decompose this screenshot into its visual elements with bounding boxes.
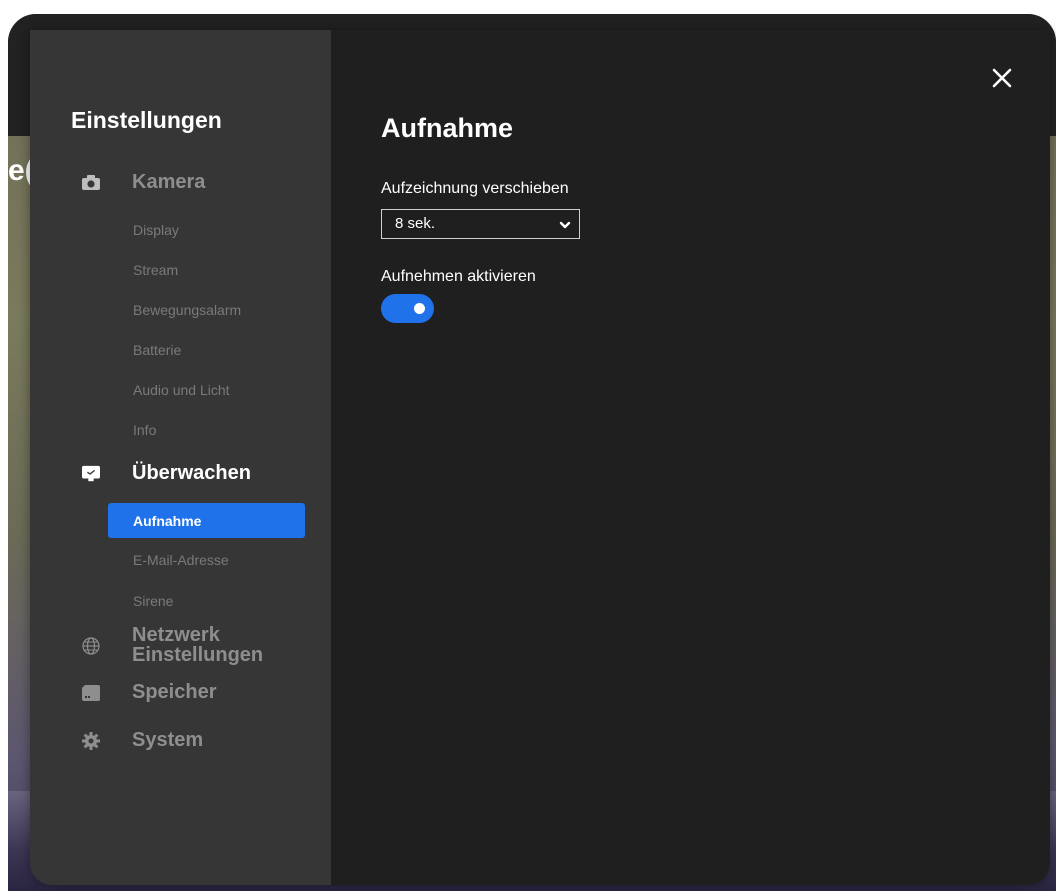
sidebar-group-label-line2: Einstellungen	[132, 644, 264, 666]
sidebar-group-speicher[interactable]: Speicher	[30, 681, 331, 703]
settings-title: Einstellungen	[71, 107, 222, 133]
sidebar-group-label-line1: Netzwerk	[132, 624, 220, 646]
sidebar-item-sirene[interactable]: Sirene	[133, 593, 173, 609]
sidebar-group-ueberwachen[interactable]: Überwachen	[30, 462, 331, 484]
sidebar-item-batterie[interactable]: Batterie	[133, 342, 181, 358]
sidebar-item-display[interactable]: Display	[133, 222, 179, 238]
camera-icon	[82, 174, 100, 192]
page-title: Aufnahme	[381, 113, 514, 143]
sidebar-item-info[interactable]: Info	[133, 422, 156, 438]
sidebar-group-label: Speicher	[132, 681, 217, 703]
monitor-icon	[82, 465, 100, 483]
record-toggle[interactable]	[381, 294, 434, 323]
gear-icon	[82, 731, 100, 750]
sidebar-group-kamera[interactable]: Kamera	[30, 171, 331, 193]
sidebar-item-stream[interactable]: Stream	[133, 262, 178, 278]
record-label: Aufnehmen aktivieren	[381, 268, 536, 285]
delay-label: Aufzeichnung verschieben	[381, 180, 569, 197]
toggle-knob	[414, 303, 425, 314]
close-icon	[992, 68, 1012, 88]
settings-modal: Einstellungen Kamera Display Stream Bewe…	[30, 30, 1050, 885]
chevron-down-icon	[559, 218, 571, 235]
globe-icon	[82, 637, 100, 655]
sidebar-group-system[interactable]: System	[30, 729, 331, 751]
sidebar-group-netzwerk[interactable]: Netzwerk Einstellungen	[30, 624, 331, 666]
close-button[interactable]	[990, 66, 1014, 90]
delay-select-value: 8 sek.	[395, 215, 436, 232]
sidebar-item-audio-licht[interactable]: Audio und Licht	[133, 382, 230, 398]
sidebar-item-email[interactable]: E-Mail-Adresse	[133, 552, 229, 568]
sidebar-group-label: System	[132, 729, 204, 751]
sidebar-item-aufnahme[interactable]: Aufnahme	[108, 503, 305, 538]
delay-select[interactable]: 8 sek.	[381, 209, 580, 239]
settings-sidebar: Einstellungen Kamera Display Stream Bewe…	[30, 30, 331, 885]
sidebar-group-label: Überwachen	[132, 462, 251, 484]
sidebar-item-bewegungsalarm[interactable]: Bewegungsalarm	[133, 302, 241, 318]
settings-content: Aufnahme Aufzeichnung verschieben 8 sek.…	[331, 30, 1050, 885]
sidebar-group-label: Kamera	[132, 171, 206, 193]
sd-card-icon	[82, 684, 100, 702]
